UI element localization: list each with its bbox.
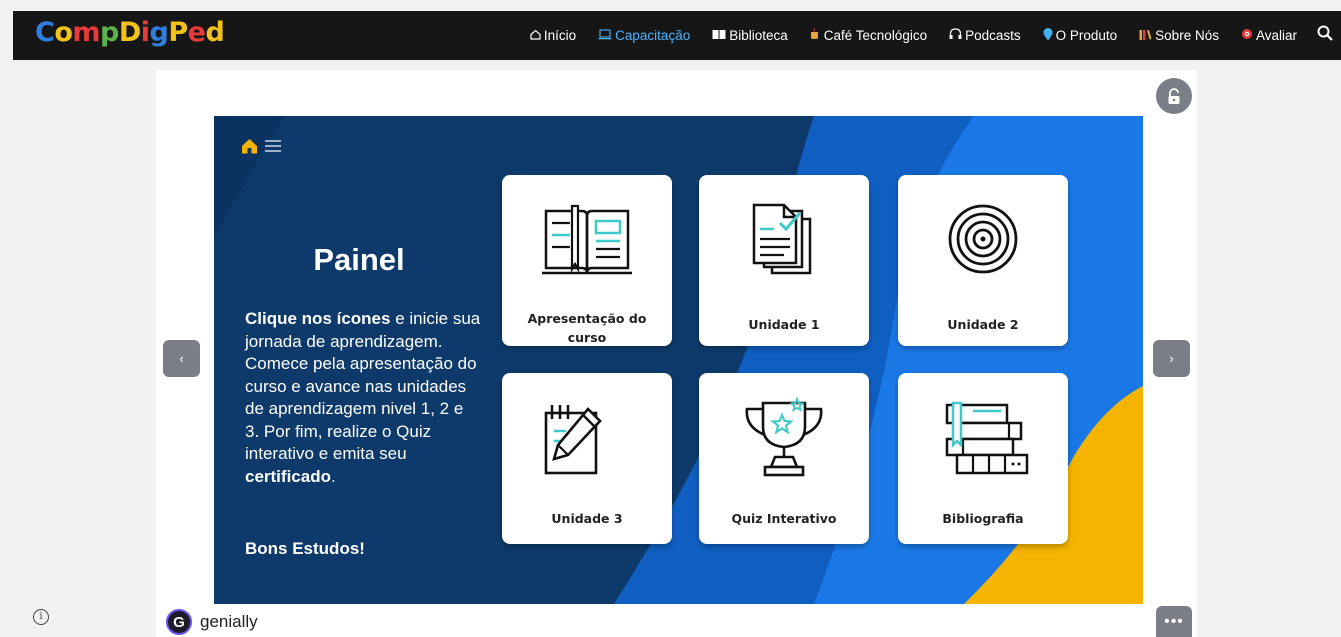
nav-item-avaliar[interactable]: Avaliar xyxy=(1241,28,1297,43)
logo-letter: C xyxy=(35,17,55,48)
logo-letter: e xyxy=(187,17,206,48)
site-logo[interactable]: CompDigPed xyxy=(35,17,225,48)
nav-item-produto[interactable]: O Produto xyxy=(1043,27,1118,44)
lock-icon[interactable] xyxy=(1156,78,1192,114)
search-icon[interactable] xyxy=(1317,25,1333,46)
genially-logo-icon: G xyxy=(166,609,192,635)
target-icon xyxy=(898,201,1068,281)
nav-item-biblioteca[interactable]: Biblioteca xyxy=(712,28,788,43)
trophy-icon xyxy=(699,397,869,477)
main-nav: Início Capacitação Biblioteca Café Tecno… xyxy=(508,11,1333,60)
open-book-icon xyxy=(502,201,672,281)
nav-label: Podcasts xyxy=(965,28,1021,43)
documents-icon xyxy=(699,201,869,281)
chevron-left-icon: ‹ xyxy=(179,351,184,366)
intro-bold-end: certificado xyxy=(245,466,331,486)
logo-letter: d xyxy=(205,17,225,48)
target-icon xyxy=(1241,28,1253,43)
logo-letter: g xyxy=(149,17,169,48)
more-options-button[interactable]: ••• xyxy=(1156,606,1192,637)
card-label: Bibliografia xyxy=(942,511,1024,526)
card-unidade-3[interactable]: Unidade 3 xyxy=(502,373,672,544)
menu-icon[interactable] xyxy=(265,139,281,158)
nav-label: Sobre Nós xyxy=(1155,28,1219,43)
coffee-icon xyxy=(810,28,821,43)
nav-label: Avaliar xyxy=(1255,28,1297,43)
card-bibliografia[interactable]: Bibliografia xyxy=(898,373,1068,544)
genially-brand-link[interactable]: G genially xyxy=(166,609,258,635)
card-apresentacao[interactable]: Apresentação do curso xyxy=(502,175,672,346)
prev-slide-button[interactable]: ‹ xyxy=(163,340,200,377)
intro-bold: Clique nos ícones xyxy=(245,309,391,328)
card-label: Apresentação do curso xyxy=(527,311,647,345)
intro-rest: e inicie sua jornada de aprendizagem. Co… xyxy=(245,309,481,463)
card-label: Unidade 1 xyxy=(748,317,820,332)
info-icon[interactable]: i xyxy=(33,609,49,625)
nav-label: Biblioteca xyxy=(729,28,788,43)
books-icon xyxy=(1139,29,1152,43)
ellipsis-icon: ••• xyxy=(1164,612,1184,630)
nav-item-inicio[interactable]: Início xyxy=(530,28,576,43)
next-slide-button[interactable]: › xyxy=(1153,340,1190,377)
closing-text: Bons Estudos! xyxy=(245,539,365,558)
headphones-icon xyxy=(949,28,962,43)
logo-letter: m xyxy=(72,17,101,48)
slide-intro-text: Clique nos ícones e inicie sua jornada d… xyxy=(245,308,481,488)
card-label: Unidade 3 xyxy=(551,511,623,526)
slide-title: Painel xyxy=(313,242,405,277)
nav-item-capacitacao[interactable]: Capacitação xyxy=(598,28,690,43)
card-unidade-1[interactable]: Unidade 1 xyxy=(699,175,869,346)
notepad-pencil-icon xyxy=(502,399,672,479)
slide-panel: Painel Clique nos ícones e inicie sua jo… xyxy=(214,116,1143,604)
logo-letter: D xyxy=(118,17,141,48)
chevron-right-icon: › xyxy=(1169,351,1174,366)
card-unidade-2[interactable]: Unidade 2 xyxy=(898,175,1068,346)
book-icon xyxy=(712,29,726,43)
card-quiz[interactable]: Quiz Interativo xyxy=(699,373,869,544)
logo-letter: i xyxy=(140,17,150,48)
home-icon xyxy=(530,29,541,43)
top-navbar: CompDigPed Início Capacitação Biblioteca… xyxy=(13,11,1341,60)
logo-letter: p xyxy=(100,17,119,48)
nav-label: O Produto xyxy=(1055,28,1118,43)
laptop-icon xyxy=(598,28,612,43)
card-label: Unidade 2 xyxy=(947,317,1019,332)
genially-label: genially xyxy=(200,612,258,631)
logo-letter: o xyxy=(54,17,73,48)
home-icon[interactable] xyxy=(241,138,258,159)
map-pin-icon xyxy=(1043,27,1053,44)
nav-item-cafe[interactable]: Café Tecnológico xyxy=(810,28,927,43)
nav-label: Capacitação xyxy=(615,28,691,43)
nav-item-podcasts[interactable]: Podcasts xyxy=(949,28,1021,43)
logo-letter: P xyxy=(168,17,188,48)
nav-item-sobre[interactable]: Sobre Nós xyxy=(1139,28,1219,43)
book-stack-icon xyxy=(898,401,1068,481)
nav-label: Café Tecnológico xyxy=(823,28,928,43)
intro-end: . xyxy=(330,466,336,486)
slide-nav[interactable] xyxy=(241,138,281,159)
card-label: Quiz Interativo xyxy=(731,511,837,526)
nav-label: Início xyxy=(543,28,577,43)
